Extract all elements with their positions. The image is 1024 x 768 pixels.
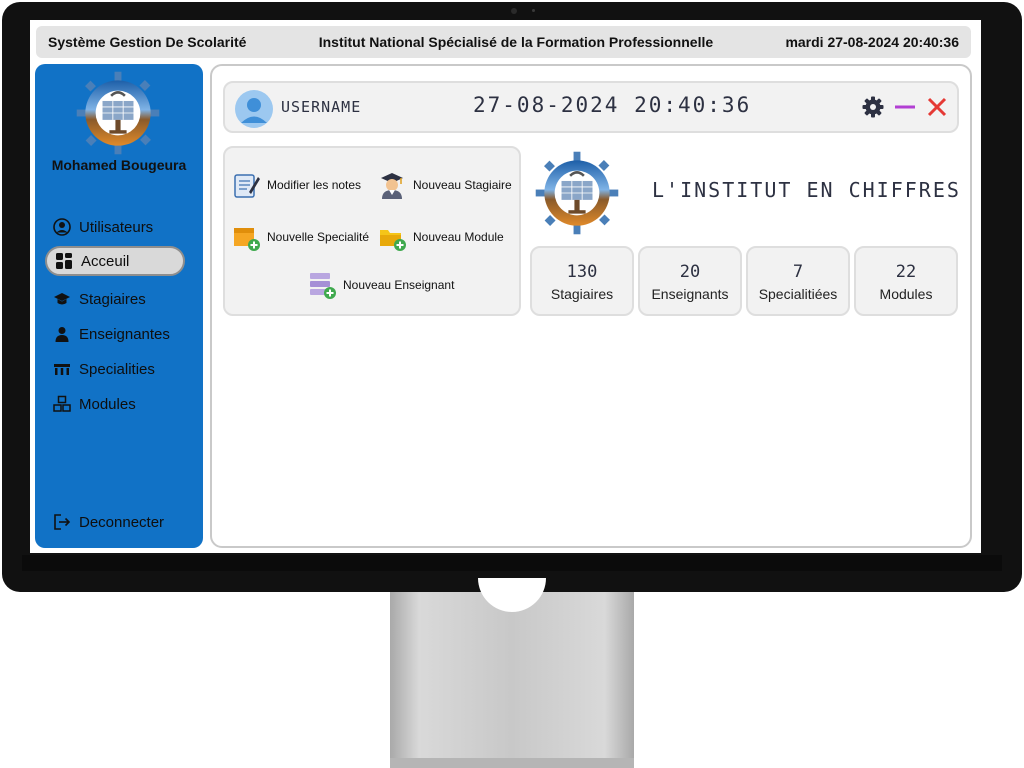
- institute-name: Institut National Spécialisé de la Forma…: [318, 34, 714, 50]
- nouvelle-specialite-button[interactable]: Nouvelle Specialité: [231, 222, 369, 252]
- graduation-cap-icon: [53, 290, 71, 308]
- notepad-edit-icon: [231, 170, 261, 200]
- monitor-chin: [22, 555, 1002, 571]
- sidebar-item-enseignantes[interactable]: Enseignantes: [45, 319, 185, 349]
- header-clock: 27-08-2024 20:40:36: [473, 93, 752, 117]
- titlebar-datetime: mardi 27-08-2024 20:40:36: [785, 34, 959, 50]
- sidebar-item-label: Utilisateurs: [79, 218, 154, 236]
- dashboard-icon: [55, 252, 73, 270]
- institute-logo-icon: [535, 151, 619, 235]
- graduate-student-icon: [377, 170, 407, 200]
- stat-card-modules: 22 Modules: [854, 246, 958, 316]
- sidebar: Mohamed Bougeura Utilisateurs Acceuil St…: [35, 64, 203, 548]
- action-label: Nouveau Stagiaire: [413, 178, 512, 192]
- stat-label: Specialitiées: [758, 286, 838, 302]
- stat-card-specialites: 7 Specialitiées: [746, 246, 850, 316]
- settings-button[interactable]: [861, 95, 885, 119]
- modifier-notes-button[interactable]: Modifier les notes: [231, 170, 361, 200]
- logout-icon: [53, 513, 71, 531]
- sidebar-item-label: Specialities: [79, 360, 155, 378]
- add-box-icon: [231, 222, 261, 252]
- sidebar-item-label: Acceuil: [81, 252, 130, 270]
- sidebar-item-label: Stagiaires: [79, 290, 146, 308]
- logout-label: Deconnecter: [79, 513, 165, 531]
- sidebar-item-stagiaires[interactable]: Stagiaires: [45, 284, 185, 314]
- monitor-stand: [390, 592, 634, 768]
- nouveau-module-button[interactable]: Nouveau Module: [377, 222, 504, 252]
- stat-card-enseignants: 20 Enseignants: [638, 246, 742, 316]
- main-panel: USERNAME 27-08-2024 20:40:36 Modifier le…: [210, 64, 972, 548]
- action-label: Nouvelle Specialité: [267, 230, 370, 244]
- camera-icon: [511, 8, 517, 14]
- action-label: Modifier les notes: [267, 178, 362, 192]
- user-circle-icon: [53, 218, 71, 236]
- sidebar-item-acceuil[interactable]: Acceuil: [45, 246, 185, 276]
- add-folder-icon: [377, 222, 407, 252]
- sidebar-item-specialities[interactable]: Specialities: [45, 354, 185, 384]
- minimize-button[interactable]: [893, 95, 917, 119]
- stat-value: 22: [895, 262, 917, 282]
- sidebar-item-modules[interactable]: Modules: [45, 389, 185, 419]
- stand-base: [390, 758, 634, 768]
- stat-label: Modules: [879, 286, 933, 302]
- sidebar-item-utilisateurs[interactable]: Utilisateurs: [45, 212, 185, 242]
- user-name: Mohamed Bougeura: [51, 157, 187, 173]
- action-label: Nouveau Module: [413, 230, 504, 244]
- stat-value: 20: [679, 262, 701, 282]
- nouveau-enseignant-button[interactable]: Nouveau Enseignant: [307, 270, 454, 300]
- header-card: USERNAME 27-08-2024 20:40:36: [223, 81, 959, 133]
- logout-button[interactable]: Deconnecter: [45, 507, 185, 537]
- action-label: Nouveau Enseignant: [343, 278, 455, 292]
- close-button[interactable]: [925, 95, 949, 119]
- quick-actions-card: Modifier les notes Nouveau Stagiaire Nou…: [223, 146, 521, 316]
- title-bar: Système Gestion De Scolarité Institut Na…: [36, 26, 971, 58]
- stat-card-stagiaires: 130 Stagiaires: [530, 246, 634, 316]
- institute-logo-icon: [76, 71, 160, 155]
- stats-title: L'INSTITUT EN CHIFFRES: [652, 178, 961, 202]
- gear-icon: [862, 96, 884, 118]
- stat-label: Enseignants: [651, 286, 729, 302]
- stat-value: 130: [566, 262, 598, 282]
- stat-value: 7: [792, 262, 804, 282]
- minimize-icon: [895, 105, 915, 109]
- teacher-icon: [53, 325, 71, 343]
- close-icon: [927, 97, 947, 117]
- username: USERNAME: [281, 98, 362, 116]
- building-icon: [53, 360, 71, 378]
- add-database-icon: [307, 270, 337, 300]
- cubes-icon: [53, 395, 71, 413]
- sidebar-item-label: Enseignantes: [79, 325, 170, 343]
- nouveau-stagiaire-button[interactable]: Nouveau Stagiaire: [377, 170, 512, 200]
- sidebar-item-label: Modules: [79, 395, 136, 413]
- stat-label: Stagiaires: [550, 286, 614, 302]
- app-window: Système Gestion De Scolarité Institut Na…: [30, 20, 981, 553]
- avatar: [235, 90, 273, 128]
- app-name: Système Gestion De Scolarité: [48, 34, 247, 50]
- sensor-icon: [532, 9, 535, 12]
